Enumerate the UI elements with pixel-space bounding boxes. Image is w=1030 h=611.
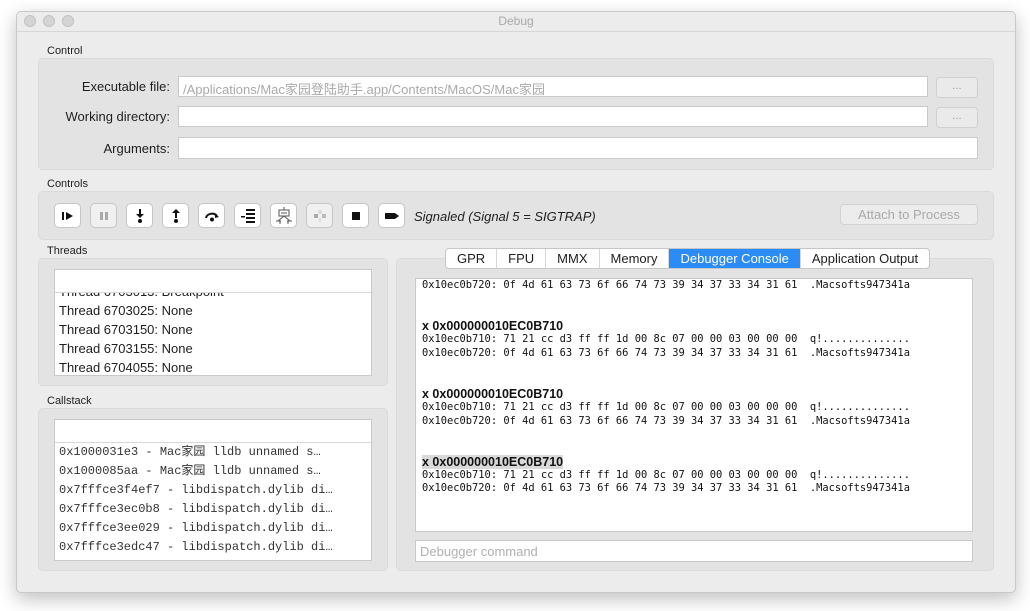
attach-to-process-button[interactable]: Attach to Process [840,204,978,225]
callstack-frame[interactable]: 0x7fffce3ee029 - libdispatch.dylib di… [55,519,371,538]
step-over-instruction-icon [275,206,292,224]
debugger-status: Signaled (Signal 5 = SIGTRAP) [414,209,596,224]
tab-gpr[interactable]: GPR [446,249,498,268]
step-into-icon [135,208,144,223]
step-over-icon [204,212,219,221]
executable-file-field[interactable]: /Applications/Mac家园登陆助手.app/Contents/Mac… [178,76,928,97]
console-line: 0x10ec0b710: 71 21 cc d3 ff ff 1d 00 8c … [422,333,910,346]
continue-button[interactable] [54,203,81,228]
working-directory-label: Working directory: [65,109,170,124]
window-title: Debug [498,14,534,28]
thread-item[interactable]: Thread 6703013: Breakpoint [55,293,371,301]
continue-icon [61,211,73,220]
run-to-cursor-icon [313,209,326,222]
step-out-icon [171,208,180,223]
detach-button[interactable] [378,203,405,228]
step-instruction-icon [240,208,255,223]
callstack-frame[interactable]: 0x7fffce3edc47 - libdispatch.dylib di… [55,538,371,557]
debugger-command-input[interactable]: Debugger command [415,540,973,562]
executable-browse-button[interactable]: ... [936,77,978,98]
working-directory-field[interactable] [178,106,928,127]
callstack-frame[interactable]: 0x7fffce3f4ef7 - libdispatch.dylib di… [55,481,371,500]
arguments-label: Arguments: [103,141,170,156]
step-over-instruction-button[interactable] [270,203,297,228]
debug-window: Debug Control Executable file: /Applicat… [16,11,1016,593]
pause-icon [99,211,108,220]
title-bar: Debug [17,12,1015,32]
console-command: x 0x000000010EC0B710 [422,319,564,334]
tab-debugger-console[interactable]: Debugger Console [669,249,801,268]
console-line: 0x10ec0b720: 0f 4d 61 63 73 6f 66 74 73 … [422,414,910,427]
tab-bar: GPR FPU MMX Memory Debugger Console Appl… [445,248,931,269]
console-line: 0x10ec0b710: 71 21 cc d3 ff ff 1d 00 8c … [422,401,910,414]
stop-icon [351,211,360,220]
console-line: 0x10ec0b720: 0f 4d 61 63 73 6f 66 74 73 … [422,482,910,495]
controls-section-label: Controls [47,178,88,190]
console-line: 0x10ec0b710: 71 21 cc d3 ff ff 1d 00 8c … [422,469,910,482]
console-line: 0x10ec0b720: 0f 4d 61 63 73 6f 66 74 73 … [422,279,910,291]
threads-list-header [55,270,371,293]
thread-item[interactable]: Thread 6703025: None [55,301,371,320]
tab-application-output[interactable]: Application Output [801,249,929,268]
callstack-frame[interactable]: 0x7fffce3ec0b8 - libdispatch.dylib di… [55,500,371,519]
run-to-cursor-button[interactable] [306,203,333,228]
callstack-list[interactable]: 0x1000031e3 - Mac家园 lldb unnamed s… 0x10… [54,419,372,561]
console-command-selected: x 0x000000010EC0B710 [416,455,972,470]
callstack-list-header [55,420,371,443]
thread-item[interactable]: Thread 6703155: None [55,339,371,358]
console-selection-highlight: x 0x000000010EC0B710 [422,455,564,470]
tab-mmx[interactable]: MMX [546,249,600,268]
step-into-button[interactable] [126,203,153,228]
thread-item[interactable]: Thread 6704055: None [55,358,371,375]
pause-button[interactable] [90,203,117,228]
control-section-label: Control [47,45,83,57]
console-command: x 0x000000010EC0B710 [422,387,564,402]
console-line: 0x10ec0b720: 0f 4d 61 63 73 6f 66 74 73 … [422,346,910,359]
executable-file-label: Executable file: [81,79,170,94]
callstack-frame[interactable]: 0x1000085aa - Mac家园 lldb unnamed s… [55,462,371,481]
stop-button[interactable] [342,203,369,228]
callstack-section-label: Callstack [47,395,92,407]
threads-list[interactable]: Thread 6703013: Breakpoint Thread 670302… [54,269,372,376]
debugger-console-output[interactable]: 0x10ec0b720: 0f 4d 61 63 73 6f 66 74 73 … [415,278,973,532]
thread-item[interactable]: Thread 6703150: None [55,320,371,339]
step-instruction-button[interactable] [234,203,261,228]
threads-section-label: Threads [47,245,88,257]
tab-fpu[interactable]: FPU [497,249,547,268]
step-over-button[interactable] [198,203,225,228]
callstack-frame[interactable]: 0x1000031e3 - Mac家园 lldb unnamed s… [55,443,371,462]
detach-icon [384,212,399,219]
arguments-field[interactable] [178,137,978,159]
working-directory-browse-button[interactable]: ... [936,107,978,128]
tab-memory[interactable]: Memory [600,249,670,268]
step-out-button[interactable] [162,203,189,228]
